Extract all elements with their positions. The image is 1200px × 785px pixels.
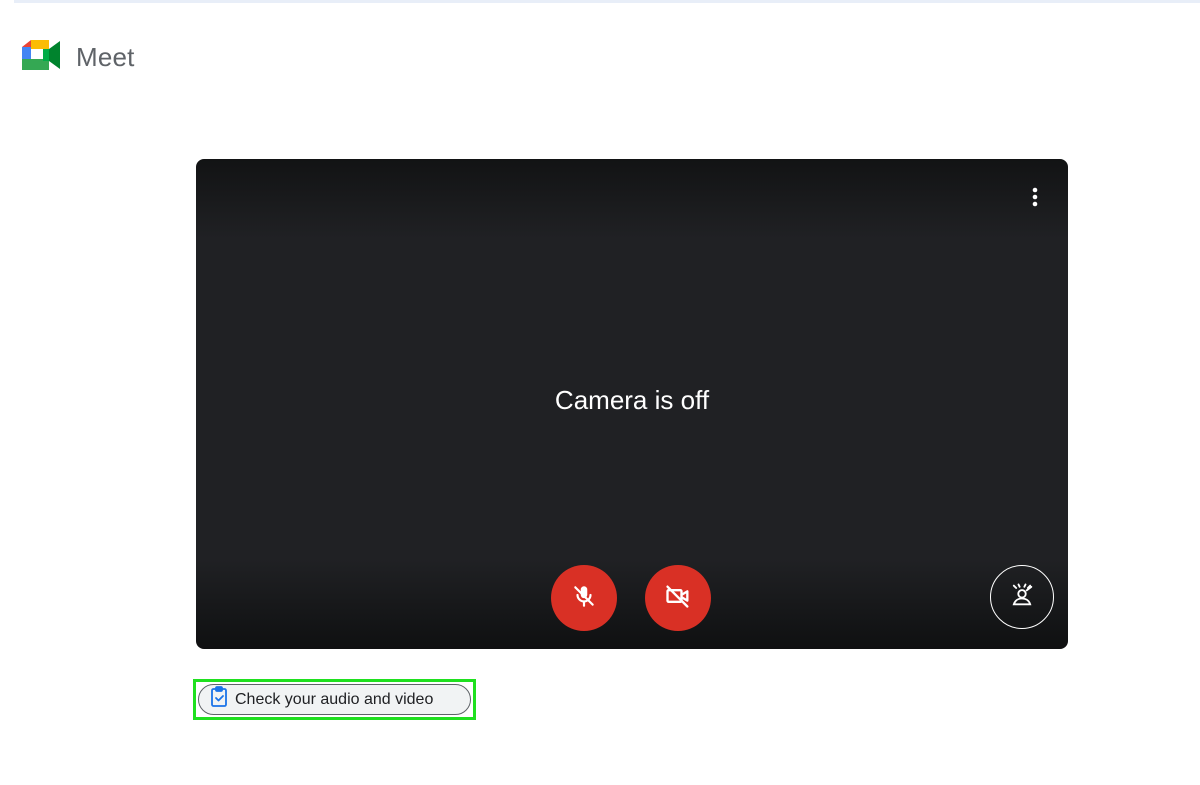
visual-effects-button[interactable] [990, 565, 1054, 629]
more-options-button[interactable] [1020, 183, 1050, 215]
camera-toggle-button[interactable] [645, 565, 711, 631]
app-name: Meet [76, 42, 135, 72]
top-strip [14, 0, 1200, 3]
video-preview: Camera is off [196, 159, 1068, 649]
more-options-icon [1032, 187, 1038, 212]
clipboard-check-icon [209, 686, 229, 713]
mic-toggle-button[interactable] [551, 565, 617, 631]
visual-effects-icon [1008, 581, 1036, 614]
check-audio-video-highlight: Check your audio and video [193, 679, 476, 720]
meet-logo-icon [22, 38, 62, 77]
check-audio-video-button[interactable]: Check your audio and video [198, 684, 471, 715]
meet-logo: Meet [22, 38, 135, 77]
check-audio-video-label: Check your audio and video [235, 690, 434, 708]
mic-off-icon [571, 583, 597, 614]
camera-off-icon [664, 582, 692, 615]
camera-status-text: Camera is off [554, 385, 710, 415]
